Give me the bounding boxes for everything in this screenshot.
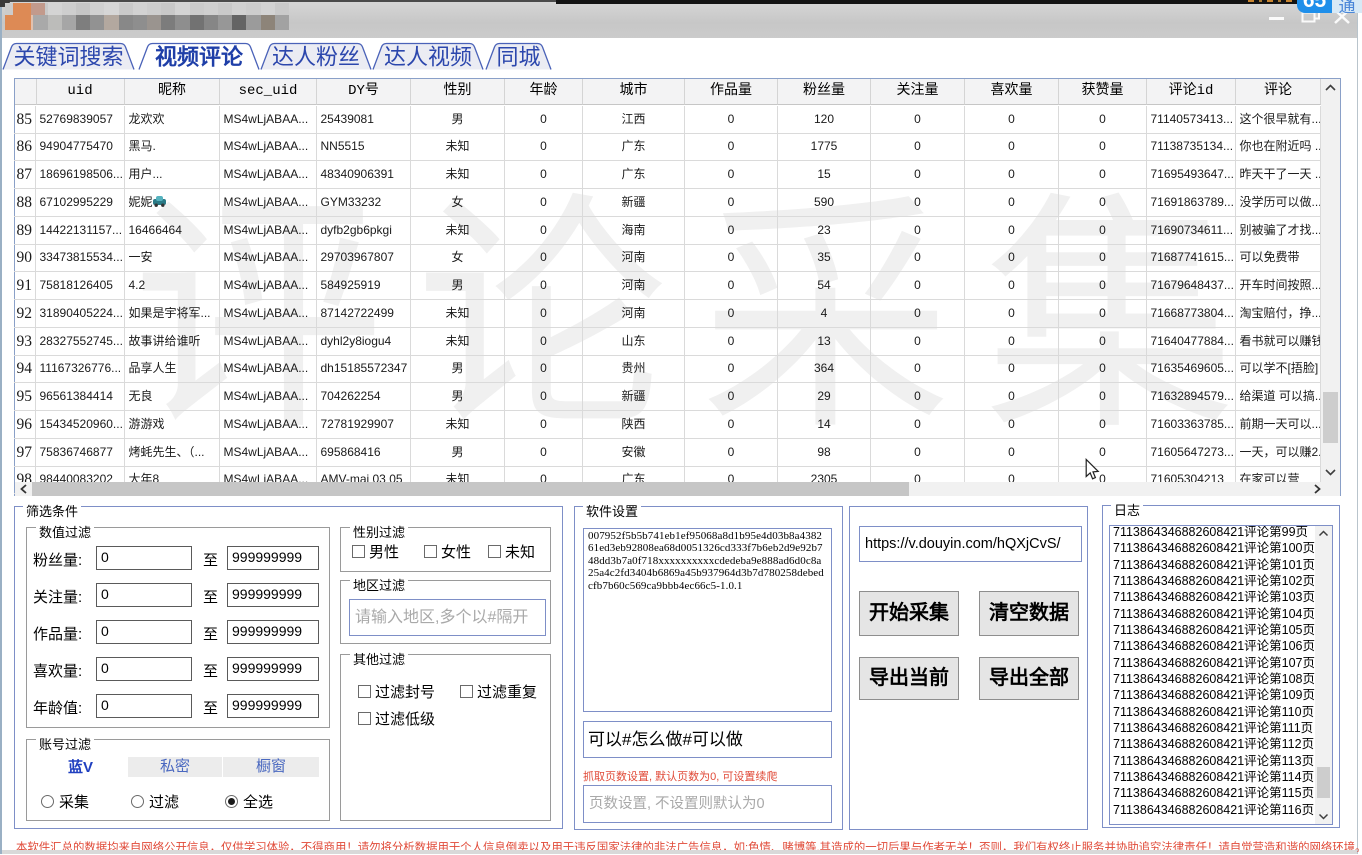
svg-text:达人视频: 达人视频 <box>384 45 472 70</box>
svg-text:视频评论: 视频评论 <box>155 45 244 70</box>
svg-text:同城: 同城 <box>496 45 540 70</box>
svg-text:关键词搜索: 关键词搜索 <box>13 45 123 70</box>
svg-text:达人粉丝: 达人粉丝 <box>272 45 360 70</box>
